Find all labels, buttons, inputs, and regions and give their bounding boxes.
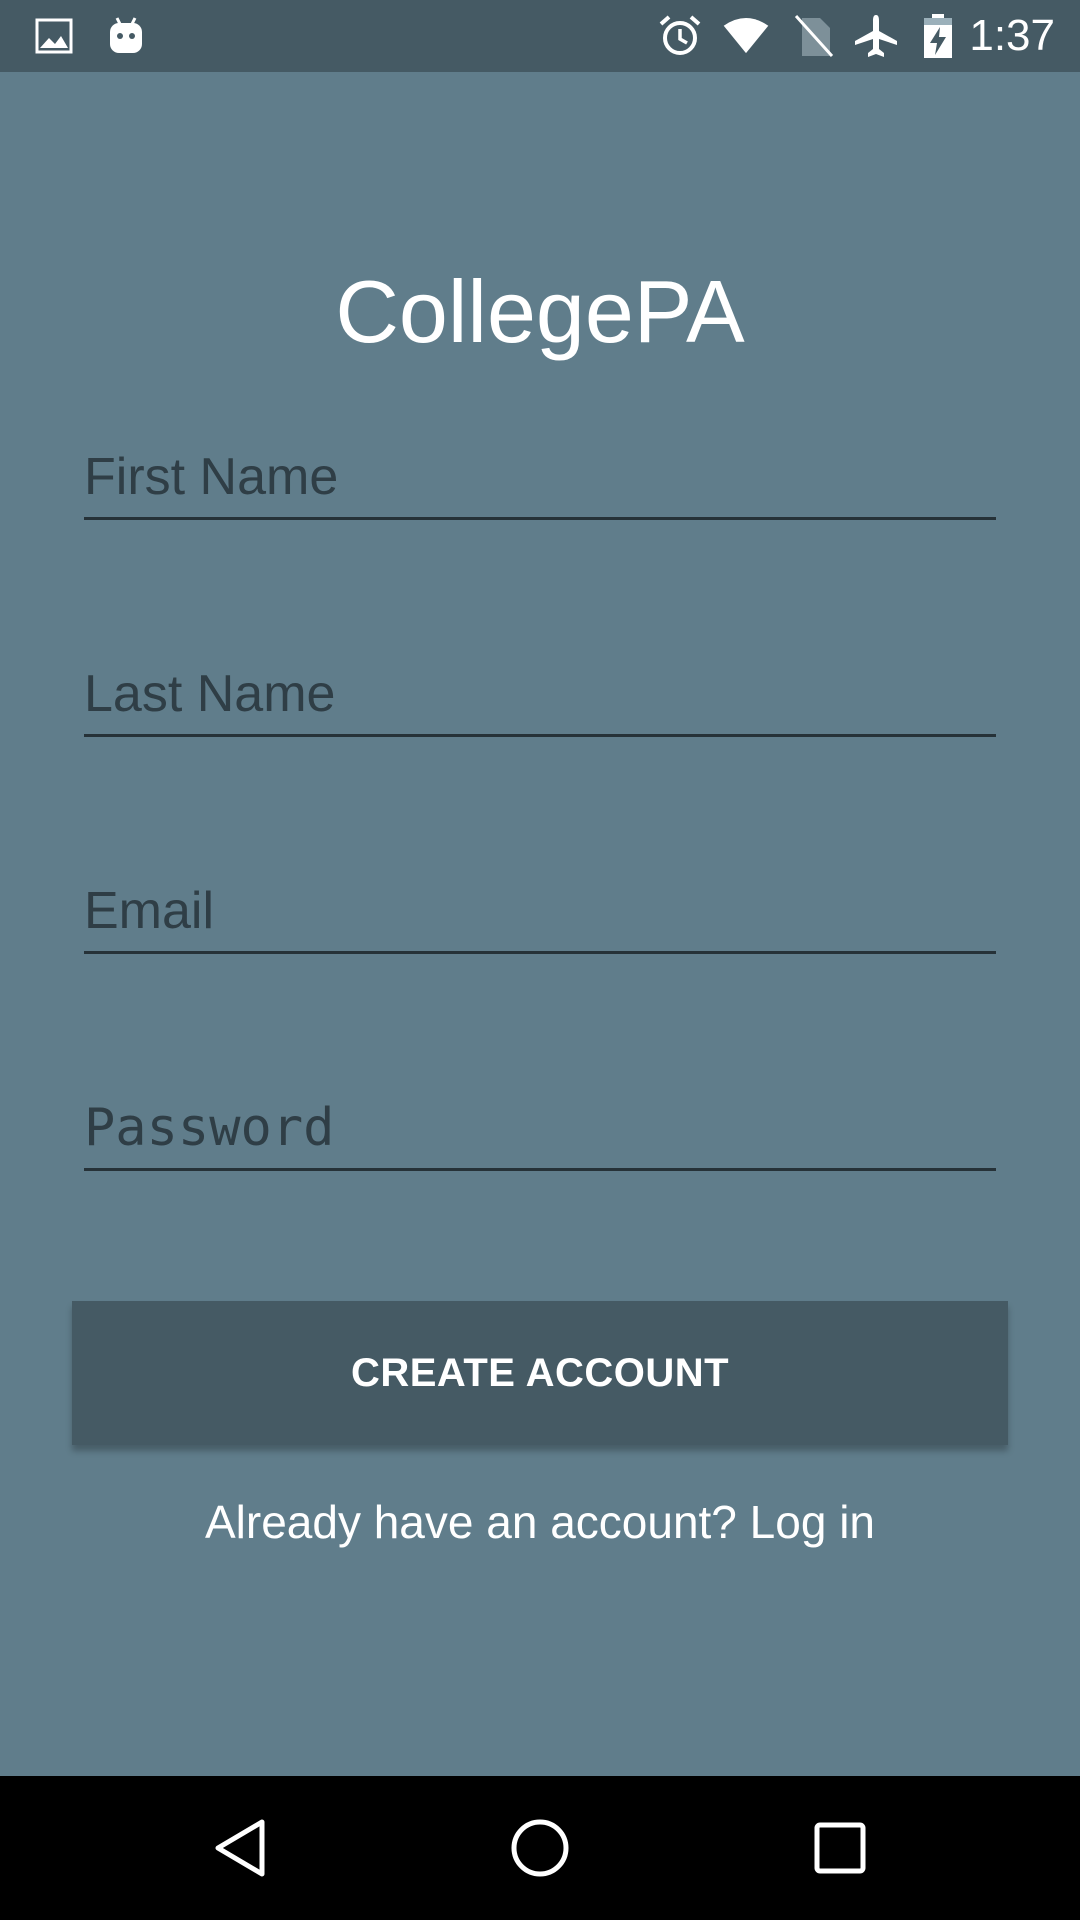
no-sim-icon	[790, 12, 838, 60]
home-icon[interactable]	[500, 1808, 580, 1888]
first-name-field[interactable]	[84, 437, 996, 520]
image-icon	[30, 12, 78, 60]
status-clock: 1:37	[969, 11, 1055, 60]
email-field[interactable]	[84, 871, 996, 954]
alarm-icon	[656, 12, 704, 60]
email-input[interactable]	[84, 879, 996, 943]
last-name-field[interactable]	[84, 654, 996, 737]
password-field[interactable]	[84, 1088, 996, 1171]
wifi-icon	[722, 12, 770, 60]
login-link[interactable]: Already have an account? Log in	[0, 1492, 1080, 1552]
recents-icon[interactable]	[800, 1808, 880, 1888]
status-bar: 1:37	[0, 0, 1080, 72]
create-account-button[interactable]: CREATE ACCOUNT	[72, 1301, 1008, 1445]
back-icon[interactable]	[200, 1808, 280, 1888]
signup-screen: CollegePA CREATE ACCOUNT Already have an…	[0, 72, 1080, 1776]
navigation-bar	[0, 1776, 1080, 1920]
last-name-input[interactable]	[84, 662, 996, 726]
password-input[interactable]	[84, 1096, 996, 1160]
battery-charging-icon	[914, 12, 962, 60]
app-title: CollegePA	[335, 262, 745, 361]
android-icon	[102, 12, 150, 60]
first-name-input[interactable]	[84, 445, 996, 509]
airplane-mode-icon	[852, 12, 900, 60]
